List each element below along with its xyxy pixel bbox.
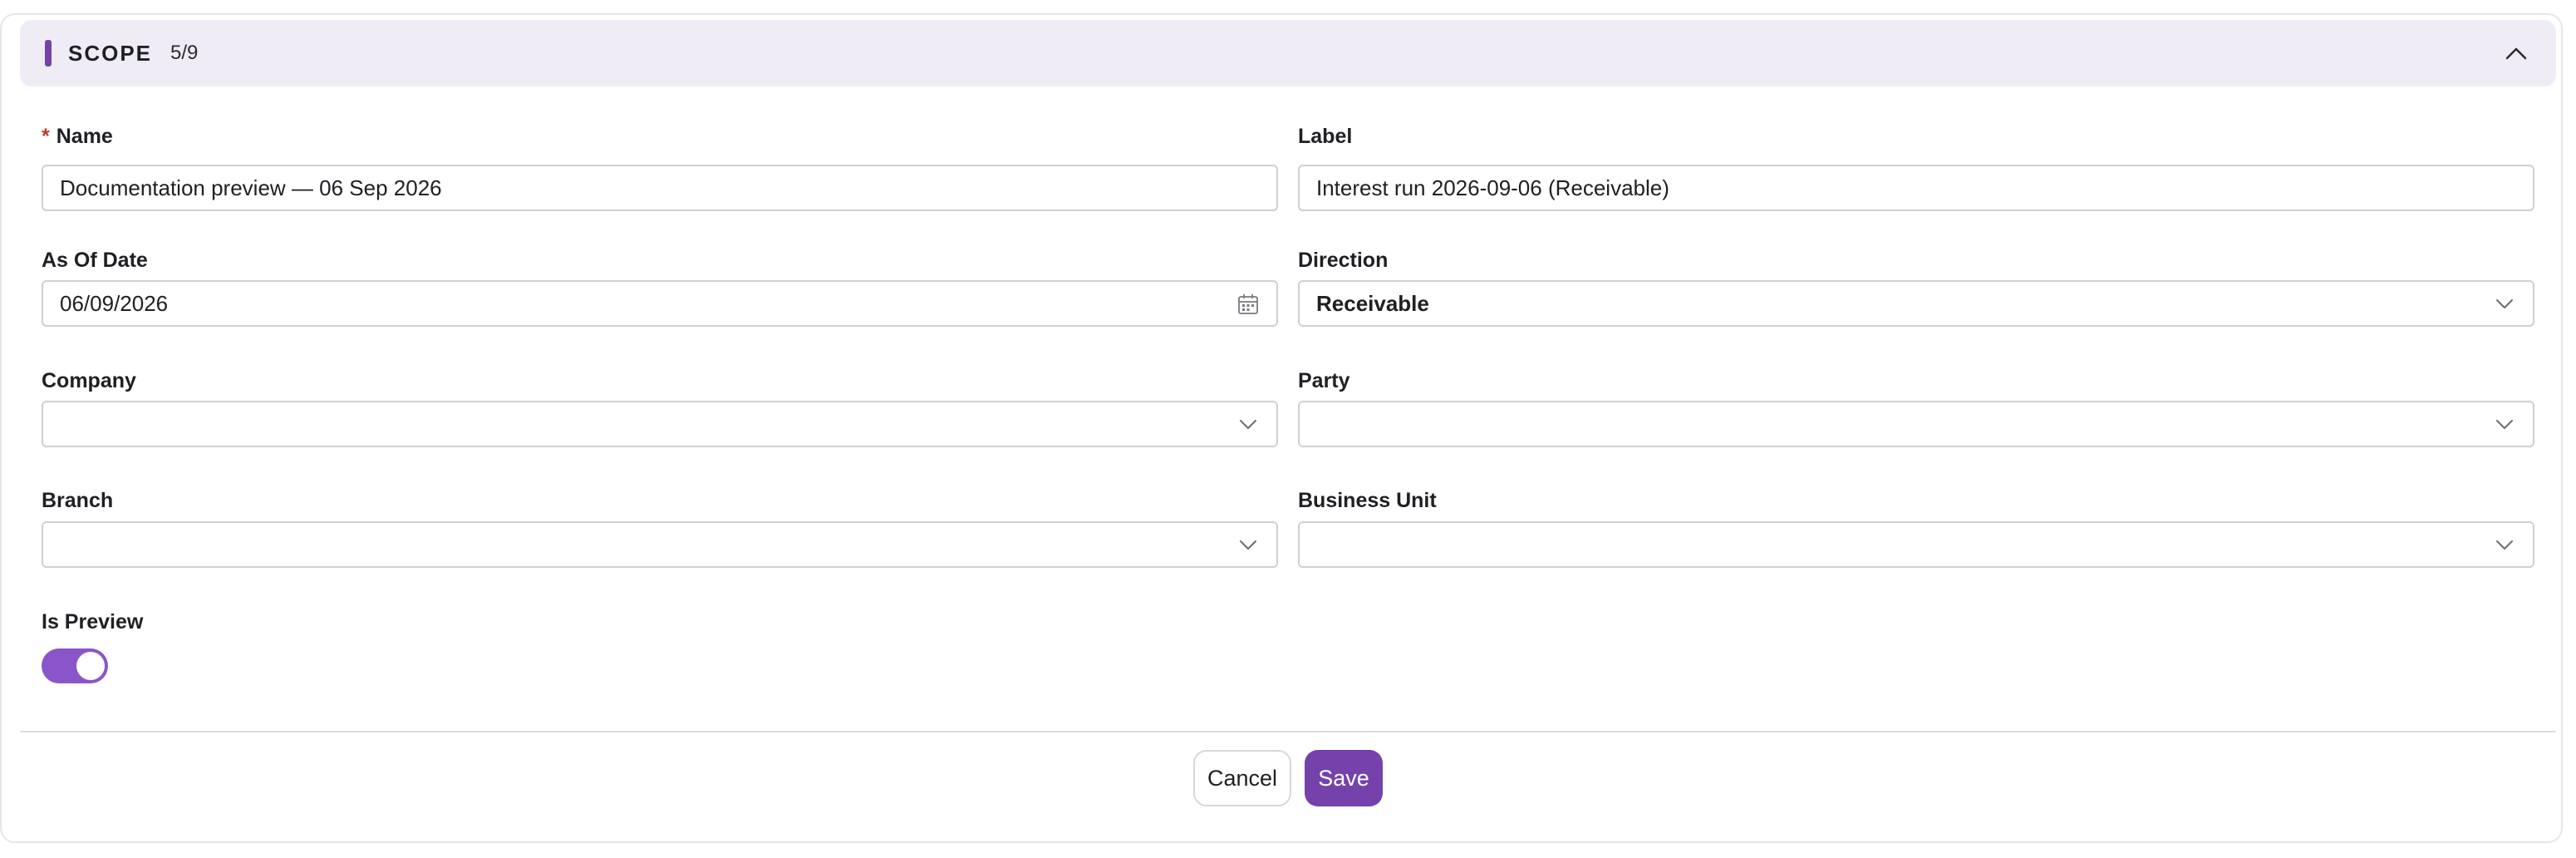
chevron-down-icon[interactable] xyxy=(2493,293,2516,316)
chevron-down-icon[interactable] xyxy=(2493,534,2516,557)
as-of-date-label: As Of Date xyxy=(42,249,148,272)
form-footer-divider xyxy=(20,731,2556,732)
chevron-up-icon[interactable] xyxy=(2500,37,2533,70)
section-header-scope[interactable]: SCOPE 5/9 xyxy=(20,20,2556,86)
party-label: Party xyxy=(1298,369,1350,392)
direction-select[interactable]: Receivable xyxy=(1298,280,2534,327)
label-input[interactable]: Interest run 2026-09-06 (Receivable) xyxy=(1298,165,2534,211)
company-select[interactable] xyxy=(42,401,1278,447)
name-label-text: Name xyxy=(56,125,113,148)
is-preview-toggle[interactable] xyxy=(42,648,108,683)
as-of-date-field: As Of Date 06/09/2026 xyxy=(42,247,1278,327)
party-select[interactable] xyxy=(1298,401,2534,447)
party-field: Party xyxy=(1298,367,2534,447)
branch-label: Branch xyxy=(42,489,114,512)
branch-field: Branch xyxy=(42,487,1278,568)
business-unit-field: Business Unit xyxy=(1298,487,2534,568)
company-label: Company xyxy=(42,369,136,392)
branch-select[interactable] xyxy=(42,521,1278,568)
cancel-button[interactable]: Cancel xyxy=(1193,750,1291,806)
direction-label: Direction xyxy=(1298,249,1389,272)
chevron-down-icon[interactable] xyxy=(2493,413,2516,436)
direction-value: Receivable xyxy=(1316,290,1429,316)
is-preview-field: Is Preview xyxy=(42,609,1278,635)
business-unit-select[interactable] xyxy=(1298,521,2534,568)
company-field: Company xyxy=(42,367,1278,447)
name-input-value: Documentation preview — 06 Sep 2026 xyxy=(60,175,442,200)
required-marker: * xyxy=(42,125,50,148)
direction-field: Direction Receivable xyxy=(1298,247,2534,327)
chevron-down-icon[interactable] xyxy=(1236,413,1260,436)
label-input-value: Interest run 2026-09-06 (Receivable) xyxy=(1316,175,1669,200)
label-label: Label xyxy=(1298,125,1353,148)
save-button[interactable]: Save xyxy=(1305,750,1383,806)
business-unit-label: Business Unit xyxy=(1298,489,1437,512)
name-field: * Name Documentation preview — 06 Sep 20… xyxy=(42,123,1278,211)
as-of-date-input[interactable]: 06/09/2026 xyxy=(42,280,1278,327)
is-preview-label: Is Preview xyxy=(42,610,144,634)
name-input[interactable]: Documentation preview — 06 Sep 2026 xyxy=(42,165,1278,211)
section-accent-bar xyxy=(45,40,52,67)
toggle-knob xyxy=(76,652,105,680)
section-progress-count: 5/9 xyxy=(170,42,199,64)
label-field: Label Interest run 2026-09-06 (Receivabl… xyxy=(1298,123,2534,211)
name-label: * Name xyxy=(42,123,1278,150)
section-title: SCOPE xyxy=(68,40,153,66)
calendar-icon[interactable] xyxy=(1236,293,1260,316)
as-of-date-value: 06/09/2026 xyxy=(60,290,169,316)
chevron-down-icon[interactable] xyxy=(1236,534,1260,557)
